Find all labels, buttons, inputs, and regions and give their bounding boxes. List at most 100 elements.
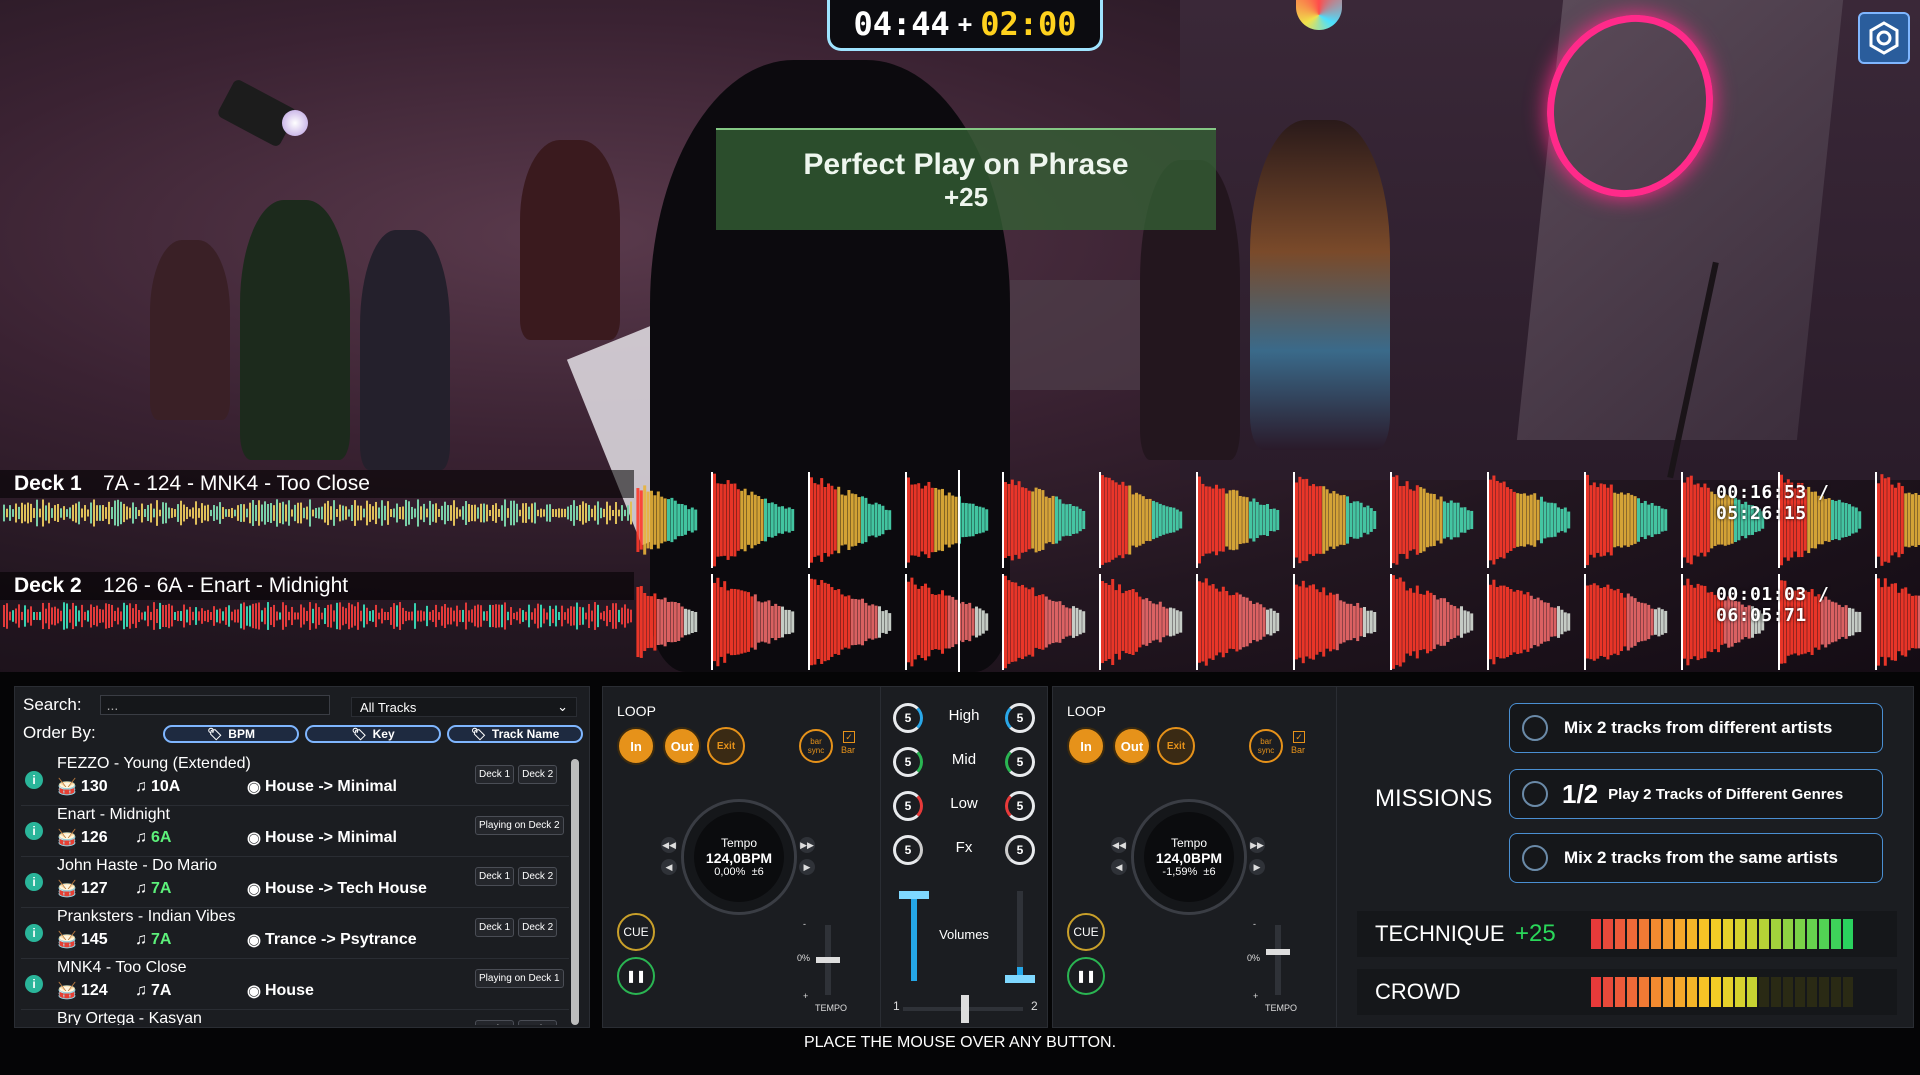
- jog-wheel[interactable]: Tempo 124,0BPM -1,59% ±6: [1131, 799, 1247, 915]
- track-row[interactable]: i Enart - Midnight 🥁 126 ♫ 6A ◉ House -> Minima…: [21, 806, 569, 857]
- eq-right-knob[interactable]: 5: [1005, 791, 1035, 821]
- crossfader-knob[interactable]: [961, 995, 969, 1023]
- waveform-bar: [1596, 487, 1600, 553]
- eq-left-knob[interactable]: 5: [893, 703, 923, 733]
- eq-label: Mid: [951, 751, 977, 768]
- crowd-meter-segment: [1627, 977, 1637, 1007]
- waveform-bar: [1449, 604, 1453, 640]
- track-row[interactable]: i Pranksters - Indian Vibes 🥁 145 ♫ 7A ◉ Trance…: [21, 908, 569, 959]
- loop-in-button[interactable]: In: [617, 727, 655, 765]
- load-deck-button[interactable]: Deck 1: [475, 918, 515, 937]
- overview-bar: [273, 505, 275, 521]
- load-deck-button[interactable]: Deck 2: [518, 918, 558, 937]
- load-deck-button[interactable]: Playing on Deck 2: [475, 816, 564, 835]
- waveform-bar: [1613, 492, 1617, 548]
- eq-right-knob[interactable]: 5: [1005, 835, 1035, 865]
- load-deck-button[interactable]: Deck 1: [475, 867, 515, 886]
- loop-in-button[interactable]: In: [1067, 727, 1105, 765]
- waveform-bar: [743, 591, 747, 653]
- skip-back-icon[interactable]: ◀: [1111, 859, 1127, 875]
- sort-bpm-button[interactable]: 🏷 BPM: [163, 725, 299, 743]
- info-icon[interactable]: i: [25, 822, 43, 840]
- bar-sync-button[interactable]: bar sync: [1249, 729, 1283, 763]
- eq-left-knob[interactable]: 5: [893, 835, 923, 865]
- track-filter-select[interactable]: All Tracks ⌄: [351, 697, 577, 717]
- overview-bar: [39, 611, 41, 621]
- tempo-fader-knob[interactable]: [816, 957, 840, 963]
- overview-bar: [372, 610, 374, 622]
- overview-bar: [285, 605, 287, 627]
- load-deck-button[interactable]: Deck 2: [518, 1020, 558, 1025]
- sort-key-button[interactable]: 🏷 Key: [305, 725, 441, 743]
- deck2-overview-waveform[interactable]: [3, 601, 633, 631]
- technique-meter-segment: [1819, 919, 1829, 949]
- track-row[interactable]: i John Haste - Do Mario 🥁 127 ♫ 7A ◉ House -> T…: [21, 857, 569, 908]
- skip-forward-icon[interactable]: ▶: [799, 859, 815, 875]
- overview-bar: [297, 502, 299, 524]
- technique-meter-segment: [1663, 919, 1673, 949]
- tempo-fader-knob[interactable]: [1266, 949, 1290, 955]
- bar-checkbox[interactable]: ✓: [843, 731, 855, 743]
- jog-wheel[interactable]: Tempo 124,0BPM 0,00% ±6: [681, 799, 797, 915]
- volume-knob-right[interactable]: [1005, 975, 1035, 983]
- nudge-forward-icon[interactable]: ▶▶: [799, 837, 815, 853]
- overview-bar: [621, 505, 623, 521]
- waveform-bar: [1027, 589, 1031, 655]
- bar-sync-button[interactable]: bar sync: [799, 729, 833, 763]
- eq-right-knob[interactable]: 5: [1005, 747, 1035, 777]
- settings-button[interactable]: [1858, 12, 1910, 64]
- beat-marker: [1390, 472, 1392, 568]
- load-deck-button[interactable]: Playing on Deck 1: [475, 969, 564, 988]
- search-input[interactable]: [99, 695, 330, 715]
- tag-icon: 🏷: [470, 727, 486, 741]
- deck1-overview-waveform[interactable]: [3, 498, 633, 528]
- nudge-forward-icon[interactable]: ▶▶: [1249, 837, 1265, 853]
- cue-button[interactable]: CUE: [1067, 913, 1105, 951]
- track-row[interactable]: i FEZZO - Young (Extended) 🥁 130 ♫ 10A ◉ House …: [21, 755, 569, 806]
- info-icon[interactable]: i: [25, 924, 43, 942]
- overview-bar: [552, 509, 554, 517]
- eq-right-knob[interactable]: 5: [1005, 703, 1035, 733]
- load-deck-button[interactable]: Deck 2: [518, 765, 558, 784]
- waveform-bar: [1072, 606, 1075, 638]
- skip-forward-icon[interactable]: ▶: [1249, 859, 1265, 875]
- track-key-value: 10A: [151, 778, 181, 795]
- sort-name-button[interactable]: 🏷 Track Name: [447, 725, 583, 743]
- track-list-scrollbar[interactable]: [571, 759, 579, 1025]
- overview-bar: [489, 604, 491, 628]
- nudge-back-icon[interactable]: ◀◀: [661, 837, 677, 853]
- pause-button[interactable]: ❚❚: [617, 957, 655, 995]
- overview-bar: [546, 612, 548, 620]
- waveform-bar: [684, 505, 687, 535]
- overview-bar: [240, 504, 242, 522]
- nudge-back-icon[interactable]: ◀◀: [1111, 837, 1127, 853]
- tempo-fader[interactable]: [1275, 925, 1281, 995]
- waveform-bar: [1492, 579, 1496, 665]
- music-note-icon: ♫: [135, 829, 147, 846]
- track-bpm: 🥁 145: [57, 930, 135, 950]
- volume-knob-left[interactable]: [899, 891, 929, 899]
- overview-bar: [153, 508, 155, 518]
- skip-back-icon[interactable]: ◀: [661, 859, 677, 875]
- load-deck-button[interactable]: Deck 1: [475, 765, 515, 784]
- cue-button[interactable]: CUE: [617, 913, 655, 951]
- loop-out-button[interactable]: Out: [663, 727, 701, 765]
- info-icon[interactable]: i: [25, 771, 43, 789]
- load-deck-button[interactable]: Deck 1: [475, 1020, 515, 1025]
- track-row[interactable]: iBry Ortega - KasyanDeck 1Deck 2: [21, 1010, 569, 1025]
- overview-bar: [381, 500, 383, 526]
- track-row[interactable]: i MNK4 - Too Close 🥁 124 ♫ 7A ◉ House Playing on…: [21, 959, 569, 1010]
- waveform-bar: [757, 496, 761, 544]
- overview-bar: [540, 604, 542, 628]
- eq-left-knob[interactable]: 5: [893, 791, 923, 821]
- loop-exit-button[interactable]: Exit: [1157, 727, 1195, 765]
- loop-exit-button[interactable]: Exit: [707, 727, 745, 765]
- pause-button[interactable]: ❚❚: [1067, 957, 1105, 995]
- waveform-bar: [1259, 504, 1263, 536]
- eq-left-knob[interactable]: 5: [893, 747, 923, 777]
- bar-checkbox[interactable]: ✓: [1293, 731, 1305, 743]
- info-icon[interactable]: i: [25, 873, 43, 891]
- info-icon[interactable]: i: [25, 975, 43, 993]
- loop-out-button[interactable]: Out: [1113, 727, 1151, 765]
- load-deck-button[interactable]: Deck 2: [518, 867, 558, 886]
